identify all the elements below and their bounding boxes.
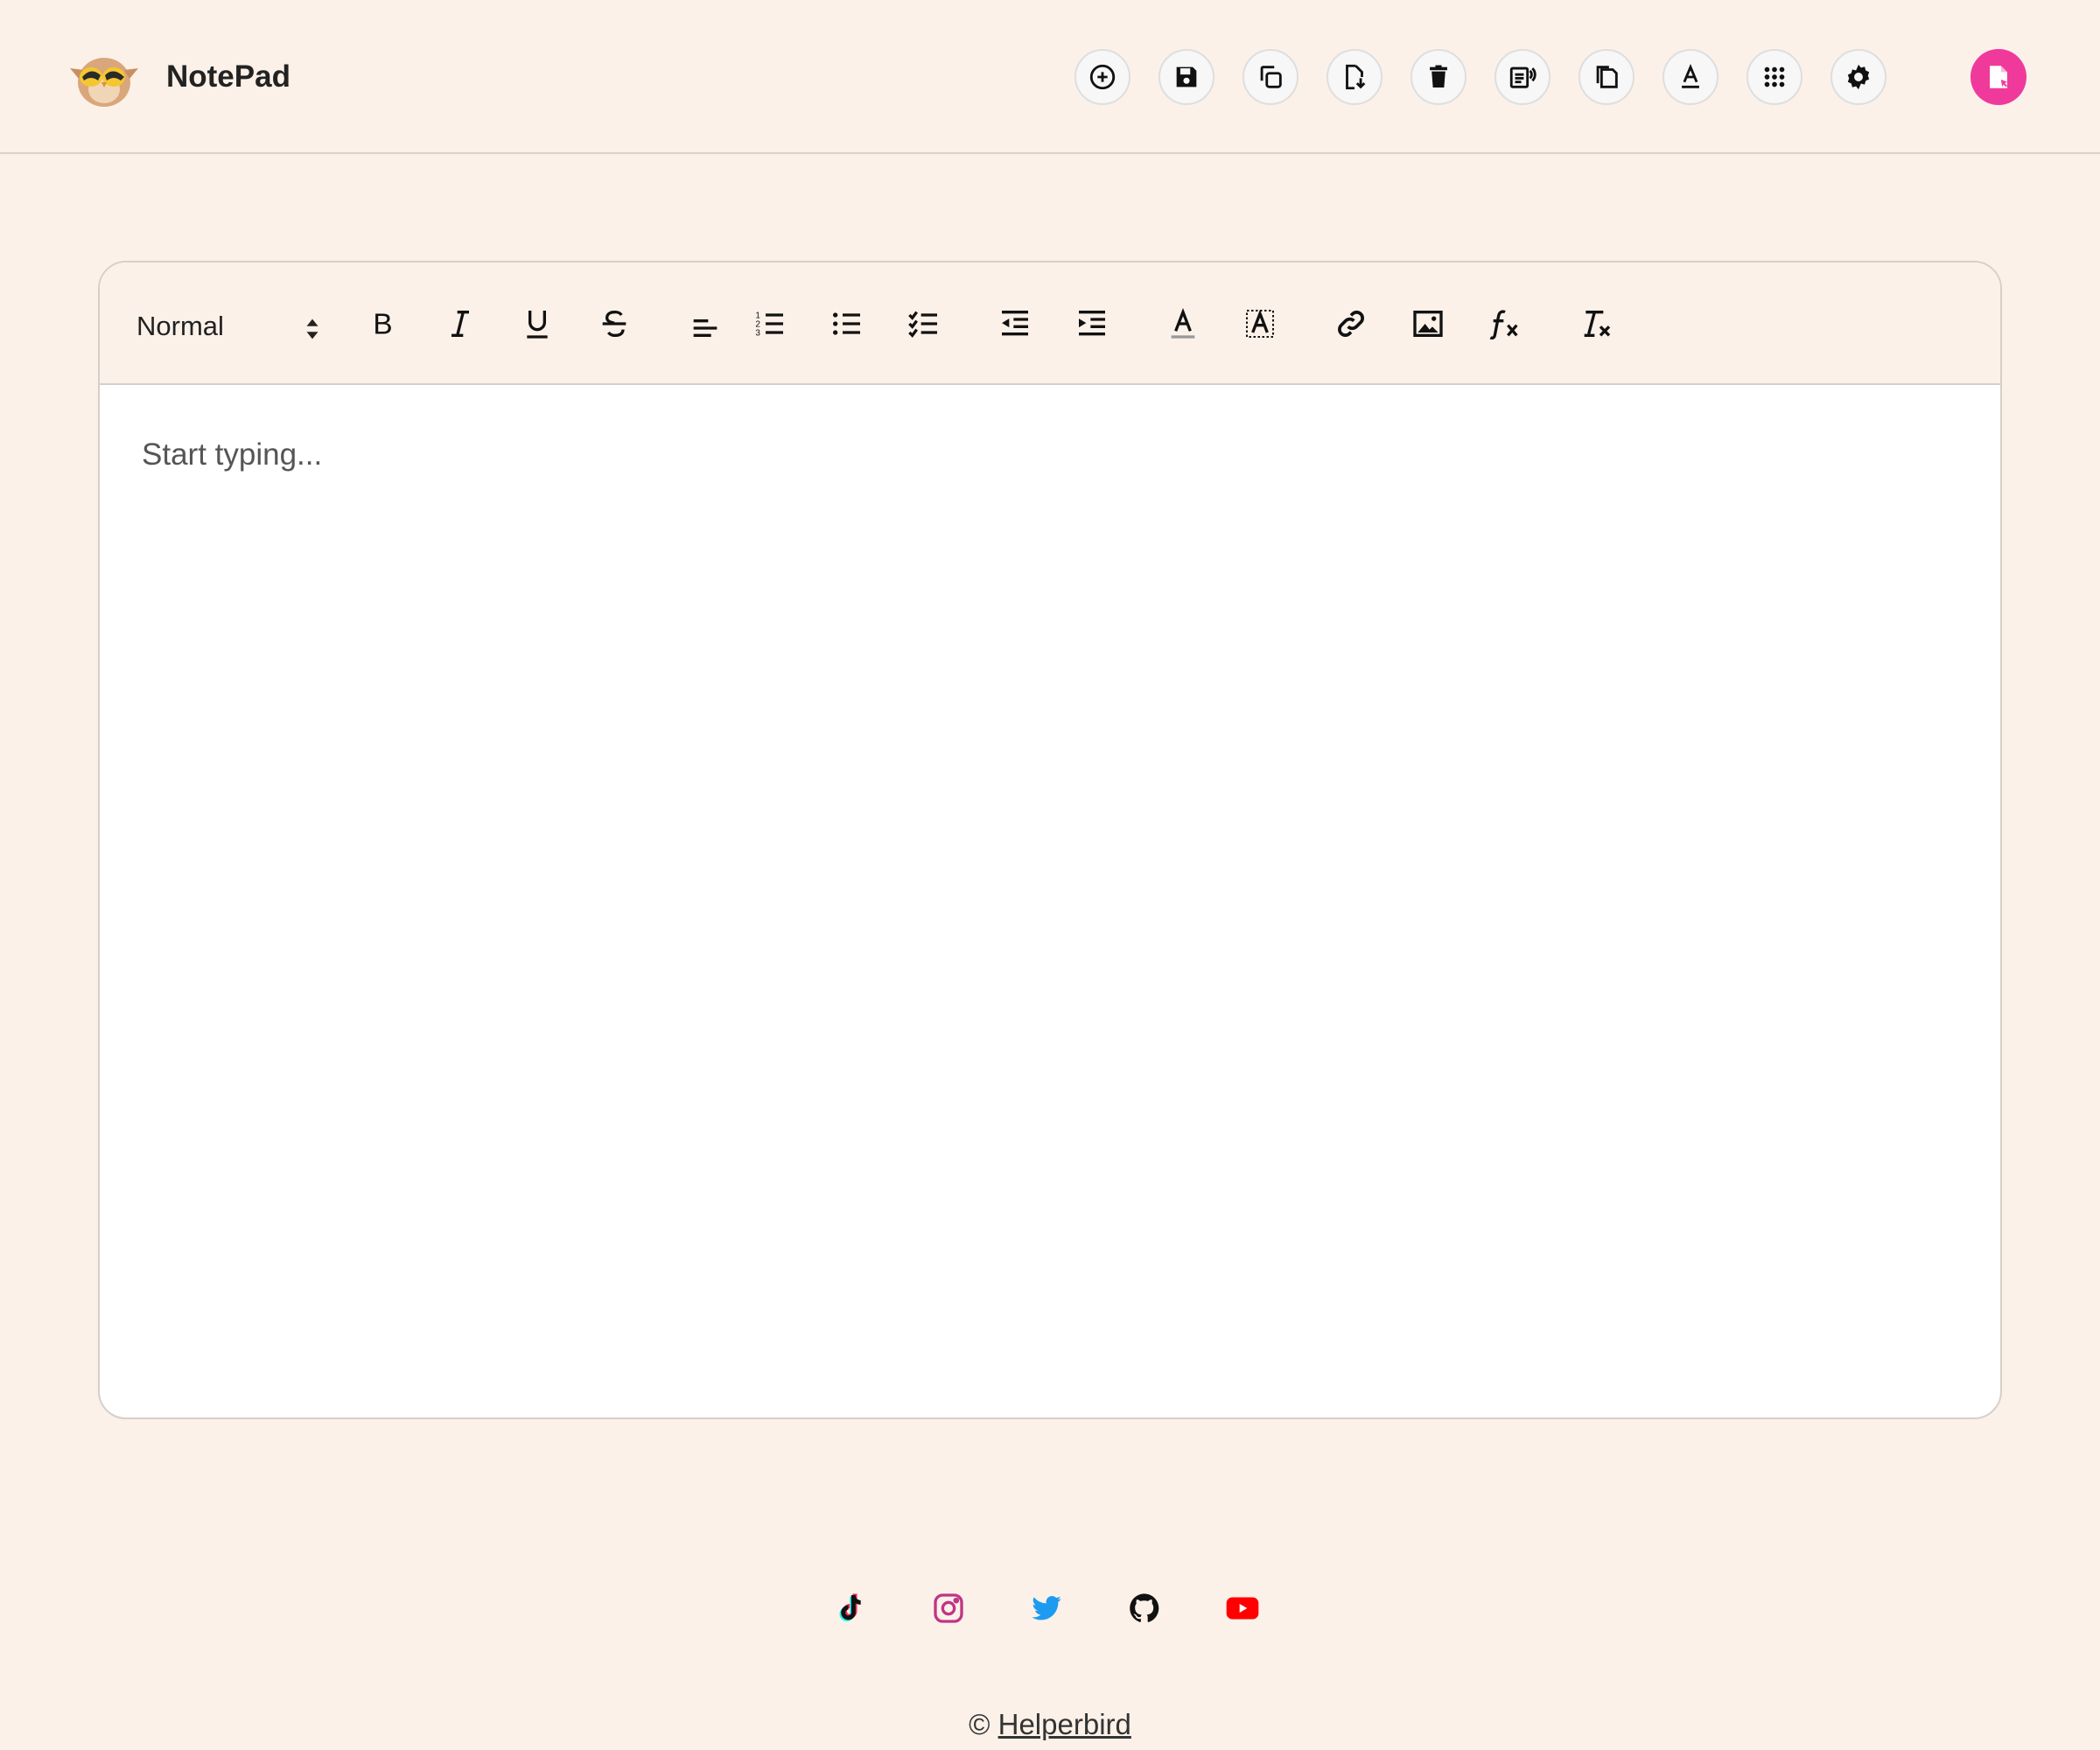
heading-select[interactable]: Normal [136,306,320,346]
floppy-icon [1176,66,1197,88]
brand[interactable]: NotePad [63,44,290,110]
tiktok-link[interactable] [833,1591,868,1626]
link-icon [1338,311,1364,337]
heading-select-value: Normal [136,311,224,341]
save-button[interactable] [1158,49,1214,105]
twitter-link[interactable] [1029,1591,1064,1626]
speaker-doc-icon [1509,66,1536,88]
documents-icon [1596,66,1618,88]
helperbird-link[interactable]: Helperbird [998,1708,1131,1740]
ordered-list-button[interactable]: 123 [747,301,793,346]
owl-logo-icon [70,58,138,107]
italic-button[interactable] [438,301,483,346]
link-button[interactable] [1328,301,1374,346]
youtube-icon [1226,1597,1259,1620]
formula-button[interactable] [1482,301,1528,346]
outdent-button[interactable] [992,301,1038,346]
plus-circle-icon [1089,64,1116,90]
footer: © Helperbird [0,1708,2100,1741]
app-name: NotePad [166,60,290,94]
underline-button[interactable] [514,301,560,346]
outdent-icon [1002,311,1028,336]
github-icon [1130,1593,1159,1622]
twitter-icon [1032,1595,1061,1620]
read-aloud-button[interactable] [1494,49,1550,105]
formatting-toolbar: Normal B 123 [100,262,2000,385]
github-link[interactable] [1127,1591,1162,1626]
font-a-icon [1682,63,1699,88]
svg-text:B: B [373,309,392,341]
sort-arrows-icon [306,318,318,340]
bullet-list-icon [833,312,860,335]
text-color-button[interactable] [1160,301,1206,346]
copyright-symbol: © [969,1708,990,1740]
duplicate-button[interactable] [1578,49,1634,105]
social-links [833,1591,1260,1626]
ordered-list-icon: 123 [755,311,783,338]
formula-fx-icon [1489,310,1518,340]
editor: Normal B 123 Start typing... [98,261,2002,1419]
account-button[interactable] [1970,49,2026,105]
underline-icon [527,311,548,339]
checklist-icon [908,311,937,338]
image-button[interactable] [1405,301,1451,346]
settings-button[interactable] [1830,49,1886,105]
copy-button[interactable] [1242,49,1298,105]
svg-text:3: 3 [755,328,760,338]
gear-icon [1847,64,1870,90]
align-button[interactable] [682,301,728,346]
header-actions [1074,49,1886,105]
bold-button[interactable]: B [360,301,406,346]
file-user-icon [1990,66,2007,88]
highlight-button[interactable] [1237,301,1283,346]
bullet-list-button[interactable] [824,301,870,346]
highlight-icon [1246,309,1274,338]
checklist-button[interactable] [901,301,947,346]
delete-button[interactable] [1410,49,1466,105]
font-button[interactable] [1662,49,1718,105]
instagram-icon [934,1593,963,1623]
top-bar: NotePad [0,0,2100,154]
apps-button[interactable] [1746,49,1802,105]
youtube-link[interactable] [1225,1591,1260,1626]
new-note-button[interactable] [1074,49,1130,105]
indent-button[interactable] [1069,301,1115,346]
instagram-link[interactable] [931,1591,966,1626]
clear-format-button[interactable] [1573,301,1619,346]
trash-icon [1430,65,1447,88]
bold-icon: B [373,309,392,341]
align-left-icon [693,319,718,337]
tiktok-icon [839,1593,861,1621]
download-button[interactable] [1326,49,1382,105]
grid-dots-icon [1764,66,1785,88]
italic-icon [452,311,469,337]
text-color-icon [1171,308,1195,339]
indent-icon [1079,311,1105,336]
strikethrough-icon [602,310,626,338]
clear-format-icon [1584,311,1611,337]
editor-content[interactable]: Start typing... [142,438,322,472]
copy-icon [1260,66,1282,88]
strikethrough-button[interactable] [592,301,637,346]
file-download-icon [1346,64,1366,90]
image-icon [1413,311,1443,337]
